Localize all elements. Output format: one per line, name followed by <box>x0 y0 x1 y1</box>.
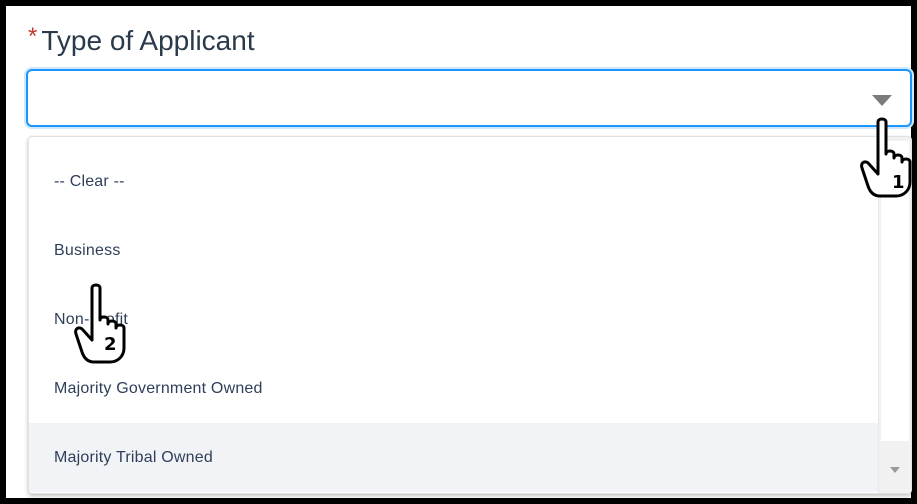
field-label: Type of Applicant <box>41 25 255 56</box>
option-non-profit[interactable]: Non-Profit <box>29 285 880 354</box>
step-number-2: 2 <box>104 334 117 355</box>
scroll-down-arrow-icon[interactable] <box>890 467 900 473</box>
option-majority-tribal-owned[interactable]: Majority Tribal Owned <box>29 423 880 492</box>
type-of-applicant-combobox[interactable] <box>26 69 912 127</box>
hand-pointer-icon: 1 <box>858 116 917 198</box>
step-number-1: 1 <box>892 172 905 193</box>
hand-pointer-icon: 2 <box>72 282 134 364</box>
field-label-row: * Type of Applicant <box>28 22 255 62</box>
option-clear[interactable]: -- Clear -- <box>29 147 880 216</box>
chevron-down-icon[interactable] <box>872 95 892 106</box>
option-majority-government-owned[interactable]: Majority Government Owned <box>29 354 880 423</box>
option-business[interactable]: Business <box>29 216 880 285</box>
screenshot-frame: * Type of Applicant -- Clear -- Business … <box>0 0 917 504</box>
required-asterisk: * <box>28 23 38 50</box>
options-listbox[interactable]: -- Clear -- Business Non-Profit Majority… <box>28 136 912 494</box>
